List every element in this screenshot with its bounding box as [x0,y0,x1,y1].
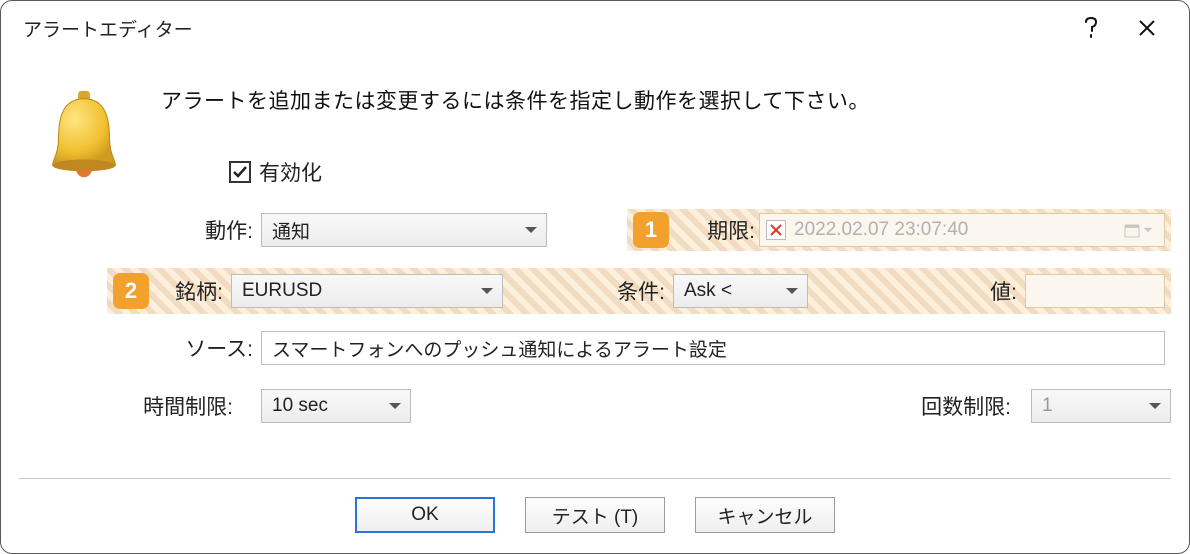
enable-checkbox[interactable] [229,161,251,183]
time-limit-label: 時間制限: [137,391,241,421]
dialog-buttons: OK テスト (T) キャンセル [19,478,1171,533]
calendar-icon [1118,215,1158,245]
test-button[interactable]: テスト (T) [525,497,665,533]
test-label: テスト (T) [552,502,639,529]
window-title: アラートエディター [23,15,193,42]
chevron-down-icon [480,286,494,296]
close-icon [1138,19,1156,37]
expire-field[interactable]: 2022.02.07 23:07:40 [759,213,1165,247]
help-icon [1084,17,1098,39]
chevron-down-icon [1148,401,1162,411]
source-value: スマートフォンへのプッシュ通知によるアラート設定 [272,335,727,362]
source-label: ソース: [157,333,261,363]
time-limit-combo[interactable]: 10 sec [261,389,411,423]
symbol-label: 銘柄: [159,276,231,306]
titlebar: アラートエディター [1,1,1189,55]
dialog-description: アラートを追加または変更するには条件を指定し動作を選択して下さい。 [161,85,1171,115]
value-input[interactable] [1025,274,1165,308]
condition-combo[interactable]: Ask < [673,274,808,308]
x-icon [770,224,782,236]
clear-date-button[interactable] [766,220,786,240]
chevron-down-icon [524,225,538,235]
cancel-button[interactable]: キャンセル [695,497,835,533]
expire-label: 期限: [679,215,759,245]
condition-value: Ask < [684,280,732,302]
ok-button[interactable]: OK [355,497,495,533]
count-limit-value: 1 [1042,395,1053,417]
condition-label: 条件: [503,276,673,306]
count-limit-label: 回数制限: [921,391,1019,421]
alert-editor-window: アラートエディター [0,0,1190,554]
bell-icon [43,89,125,192]
action-label: 動作: [157,215,261,245]
check-icon [232,164,248,180]
action-combo[interactable]: 通知 [261,213,547,247]
chevron-down-icon [785,286,799,296]
time-limit-value: 10 sec [272,395,328,417]
ok-label: OK [411,504,438,526]
count-limit-combo[interactable]: 1 [1031,389,1171,423]
chevron-down-icon [388,401,402,411]
cancel-label: キャンセル [717,502,812,529]
symbol-combo[interactable]: EURUSD [231,274,503,308]
help-button[interactable] [1063,8,1119,48]
value-label: 値: [808,276,1025,306]
badge-1: 1 [633,212,669,248]
source-input[interactable]: スマートフォンへのプッシュ通知によるアラート設定 [261,331,1165,365]
expire-value: 2022.02.07 23:07:40 [794,219,968,241]
badge-2: 2 [113,273,149,309]
action-value: 通知 [272,217,310,244]
enable-label: 有効化 [259,157,322,187]
symbol-value: EURUSD [242,280,322,302]
close-button[interactable] [1119,8,1175,48]
